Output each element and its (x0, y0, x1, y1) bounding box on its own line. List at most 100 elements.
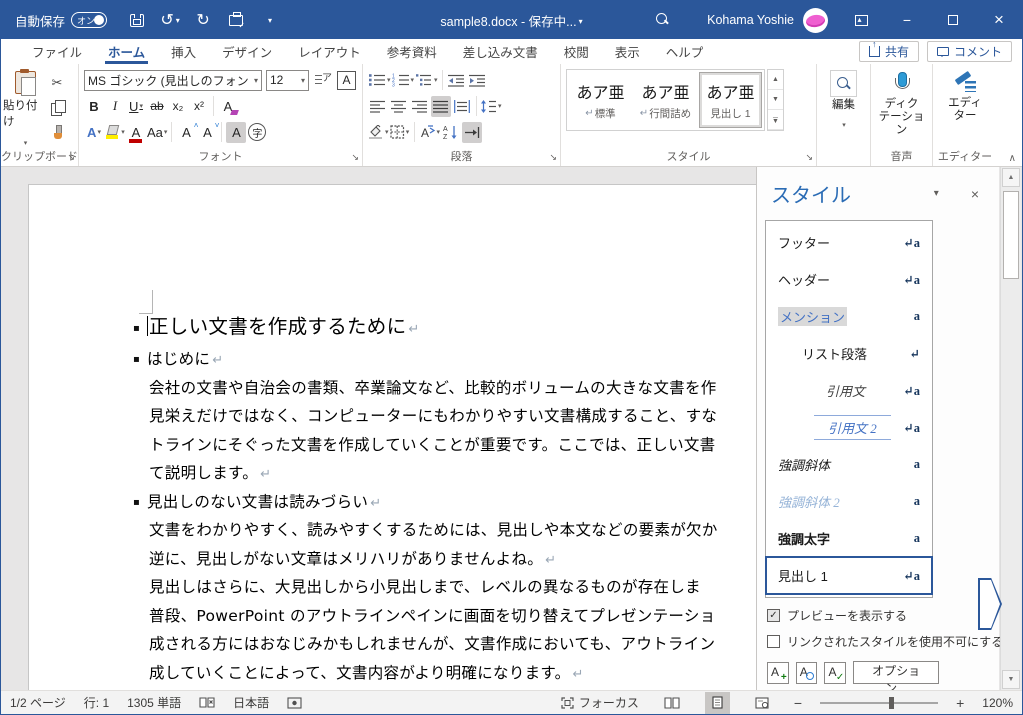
character-border-button[interactable]: A (337, 70, 356, 90)
vertical-scrollbar[interactable] (1000, 167, 1021, 690)
editing-button[interactable]: 編集 (819, 67, 868, 132)
bullets-button[interactable] (368, 70, 391, 91)
styles-pane-close-icon[interactable] (971, 186, 979, 202)
minimize-button[interactable] (884, 1, 930, 39)
style-item[interactable]: 強調斜体 a (766, 446, 932, 483)
style-item[interactable]: 強調太字 a (766, 520, 932, 557)
font-color-button[interactable]: A (126, 122, 146, 143)
style-item[interactable]: 強調斜体 2 a (766, 483, 932, 520)
scroll-down-icon[interactable] (1002, 670, 1020, 689)
format-painter-button[interactable] (47, 122, 67, 143)
style-gallery-item[interactable]: あア亜 ↵ 標準 (569, 72, 632, 128)
language-indicator[interactable]: 日本語 (233, 694, 269, 711)
document-line[interactable]: て説明します。 ↵ (149, 459, 757, 488)
document-line[interactable]: 成される方にはおなじみかもしれませんが、文書作成においても、アウトライン (149, 630, 757, 659)
ribbon-tab[interactable]: デザイン (209, 39, 285, 64)
document-line[interactable]: 普段、PowerPoint のアウトラインペインに画面を切り替えてプレゼンテーシ… (149, 602, 757, 631)
text-effects-button[interactable]: A (84, 122, 104, 143)
redo-button[interactable] (194, 11, 212, 29)
share-button[interactable]: 共有 (858, 39, 919, 62)
clipboard-dialog-launcher[interactable] (67, 152, 75, 163)
qat-customize-button[interactable] (260, 11, 278, 29)
asian-layout-button[interactable]: A (419, 122, 441, 143)
zoom-level[interactable]: 120% (982, 696, 1013, 710)
new-style-button[interactable] (767, 661, 789, 684)
document-line[interactable]: ▪ はじめに ↵ (133, 345, 757, 374)
scroll-up-icon[interactable] (1002, 168, 1020, 187)
styles-dialog-launcher[interactable] (805, 152, 813, 163)
distribute-button[interactable] (452, 96, 472, 117)
zoom-slider[interactable] (820, 696, 939, 709)
zoom-in-button[interactable] (956, 695, 964, 711)
font-name-combo[interactable]: MS ゴシック (見出しのフォント (84, 69, 262, 91)
document-line[interactable]: 見出しはさらに、大見出しから小見出しまで、レベルの異なるものが存在しま (149, 573, 757, 602)
formatting-marks-button[interactable] (462, 121, 483, 143)
search-icon[interactable] (656, 13, 668, 25)
clear-formatting-button[interactable]: A (218, 96, 238, 117)
account-area[interactable]: Kohama Yoshie (707, 1, 828, 39)
side-arrow-marker[interactable] (978, 578, 1002, 630)
style-item[interactable]: ヘッダー ↵a (766, 261, 932, 298)
document-line[interactable]: 成していくことによって、文書内容がより明確になります。 ↵ (149, 659, 757, 688)
web-layout-button[interactable] (748, 692, 776, 714)
zoom-slider-thumb[interactable] (888, 696, 894, 709)
style-item[interactable]: 見出し 1 ↵a (765, 556, 933, 595)
style-item[interactable]: メンション a (766, 298, 932, 335)
cut-button[interactable] (47, 72, 67, 93)
print-layout-button[interactable] (704, 691, 730, 714)
grow-font-button[interactable]: A ˄ (176, 121, 198, 143)
ribbon-tab[interactable]: 校閲 (551, 39, 602, 64)
style-gallery-item[interactable]: あア亜 ↵ 行間詰め (634, 72, 697, 128)
document-line[interactable]: ▪ 正しい文書を作成するために ↵ (133, 309, 757, 345)
borders-button[interactable] (390, 122, 410, 143)
document-line[interactable]: トラインにそぐった文書を作成していくことが重要です。ここでは、正しい文書 (149, 431, 757, 460)
dictation-button[interactable]: ディク テーション (873, 67, 930, 137)
options-button[interactable]: オプション... (853, 661, 939, 695)
paste-button[interactable]: 貼り付け (3, 67, 47, 150)
style-item[interactable]: 引用文 2 ↵a (766, 409, 932, 446)
close-button[interactable] (976, 1, 1022, 39)
italic-button[interactable]: I (105, 96, 125, 117)
superscript-button[interactable]: x² (189, 96, 209, 117)
paragraph-dialog-launcher[interactable] (549, 152, 557, 163)
document-page[interactable]: ▪ 正しい文書を作成するために ↵ ▪ はじめに ↵ 会社の文書や自治会の書類、卒業論文… (28, 184, 758, 690)
save-button[interactable] (128, 11, 146, 29)
ribbon-tab[interactable]: ホーム (95, 39, 158, 64)
gallery-more-icon[interactable]: ─ ▼ (768, 110, 783, 130)
focus-mode-button[interactable]: フォーカス (561, 694, 639, 711)
justify-button[interactable] (431, 95, 451, 117)
print-button[interactable] (227, 11, 245, 30)
maximize-button[interactable] (930, 1, 976, 39)
sort-button[interactable]: AZ (441, 122, 461, 143)
document-line[interactable]: ▪ 見出しのない文書は読みづらい ↵ (133, 488, 757, 517)
word-count[interactable]: 1305 単語 (127, 694, 181, 711)
bold-button[interactable]: B (84, 96, 104, 117)
comments-button[interactable]: コメント (926, 41, 1012, 62)
style-item[interactable]: フッター ↵a (766, 224, 932, 261)
gallery-down-icon[interactable]: ▼ (768, 90, 783, 110)
multilevel-list-button[interactable] (415, 70, 438, 91)
disable-linked-row[interactable]: リンクされたスタイルを使用不可にする (767, 633, 1003, 650)
ribbon-tab[interactable]: 参考資料 (374, 39, 450, 64)
collapse-ribbon-icon[interactable] (1009, 153, 1016, 164)
show-preview-row[interactable]: プレビューを表示する (767, 607, 993, 624)
document-title[interactable]: sample8.docx - 保存中... (440, 1, 582, 39)
ribbon-tab[interactable]: ファイル (19, 39, 95, 64)
editor-button[interactable]: エディ ター (935, 67, 995, 123)
manage-styles-button[interactable] (824, 661, 847, 684)
read-mode-button[interactable] (657, 692, 687, 714)
styles-pane-dropdown-icon[interactable] (934, 188, 939, 199)
page-indicator[interactable]: 1/2 ページ (10, 694, 66, 711)
font-dialog-launcher[interactable] (351, 152, 359, 163)
copy-button[interactable] (47, 97, 67, 118)
highlight-button[interactable] (105, 122, 125, 143)
enclose-characters-button[interactable]: 字 (247, 122, 267, 143)
proofing-status-icon[interactable] (199, 696, 215, 709)
disable-linked-checkbox[interactable] (767, 635, 780, 648)
scrollbar-thumb[interactable] (1003, 191, 1019, 279)
underline-button[interactable]: U (126, 96, 146, 117)
align-center-button[interactable] (389, 96, 409, 117)
change-case-button[interactable]: Aa (147, 122, 167, 143)
style-item[interactable]: 引用文 ↵a (766, 372, 932, 409)
font-size-combo[interactable]: 12 (266, 69, 309, 91)
